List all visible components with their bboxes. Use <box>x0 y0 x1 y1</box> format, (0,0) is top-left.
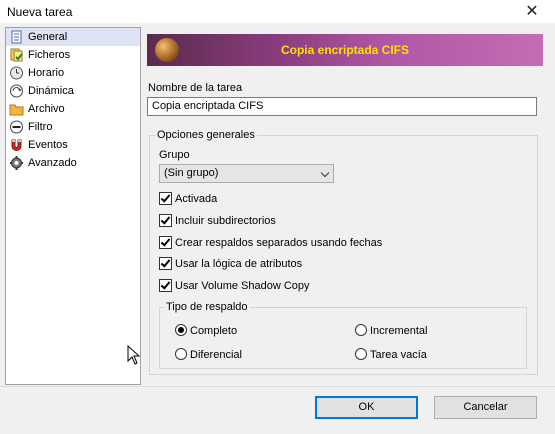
checkbox-volume-shadow-copy[interactable] <box>159 279 173 293</box>
sidebar-item-archivo[interactable]: Archivo <box>6 100 140 118</box>
group-label: Grupo <box>159 149 190 161</box>
radio-incremental[interactable] <box>355 324 367 336</box>
files-icon <box>10 48 23 62</box>
checkbox-label: Incluir subdirectorios <box>175 215 276 227</box>
sidebar-item-label: General <box>28 31 68 43</box>
checkbox-label: Activada <box>175 193 218 205</box>
sidebar-item-label: Archivo <box>28 103 65 115</box>
sidebar-item-label: Filtro <box>28 121 53 133</box>
backup-type-title: Tipo de respaldo <box>164 301 250 313</box>
sidebar-item-label: Avanzado <box>28 157 77 169</box>
title-bar: Nueva tarea ✕ <box>0 0 555 23</box>
general-options-title: Opciones generales <box>155 129 257 141</box>
magnet-icon <box>11 139 22 151</box>
checkbox-label: Usar Volume Shadow Copy <box>175 280 310 292</box>
cancel-button[interactable]: Cancelar <box>434 396 537 419</box>
sidebar-item-label: Horario <box>28 67 65 79</box>
sidebar-item-eventos[interactable]: Eventos <box>6 136 140 154</box>
radio-label: Diferencial <box>190 349 242 361</box>
sidebar-item-general[interactable]: General <box>6 28 140 46</box>
radio-diferencial[interactable] <box>175 348 187 360</box>
checkbox-logica-atributos[interactable] <box>159 257 173 271</box>
dynamic-icon <box>10 84 23 98</box>
group-select-value: (Sin grupo) <box>164 167 219 179</box>
radio-tarea-vacia[interactable] <box>355 348 367 360</box>
sidebar-item-filtro[interactable]: Filtro <box>6 118 140 136</box>
folder-icon <box>9 104 24 116</box>
group-select[interactable]: (Sin grupo) <box>159 164 334 183</box>
window-title: Nueva tarea <box>7 5 73 19</box>
sidebar-item-avanzado[interactable]: Avanzado <box>6 154 140 172</box>
close-icon[interactable]: ✕ <box>509 0 555 23</box>
document-icon <box>11 30 22 44</box>
sidebar-item-dinamica[interactable]: Dinámica <box>6 82 140 100</box>
sidebar: General Ficheros Horario Dinámica Archiv… <box>5 27 141 385</box>
gear-icon <box>10 156 23 170</box>
banner: Copia encriptada CIFS <box>147 34 543 66</box>
banner-title: Copia encriptada CIFS <box>280 43 410 57</box>
checkbox-activada[interactable] <box>159 192 173 206</box>
ok-button[interactable]: OK <box>315 396 418 419</box>
radio-label: Tarea vacía <box>370 349 427 361</box>
radio-label: Incremental <box>370 325 428 337</box>
task-name-input[interactable]: Copia encriptada CIFS <box>147 97 537 116</box>
checkbox-respaldos-fechas[interactable] <box>159 236 173 250</box>
mouse-cursor-icon <box>127 345 141 365</box>
sidebar-item-ficheros[interactable]: Ficheros <box>6 46 140 64</box>
clock-icon <box>10 66 23 80</box>
checkbox-incluir-subdirectorios[interactable] <box>159 214 173 228</box>
task-name-label: Nombre de la tarea <box>148 82 243 94</box>
sidebar-item-label: Eventos <box>28 139 68 151</box>
sidebar-item-horario[interactable]: Horario <box>6 64 140 82</box>
chevron-down-icon <box>320 168 330 178</box>
checkbox-label: Usar la lógica de atributos <box>175 258 303 270</box>
radio-completo[interactable] <box>175 324 187 336</box>
sidebar-item-label: Ficheros <box>28 49 71 61</box>
filter-icon <box>10 120 23 134</box>
checkbox-label: Crear respaldos separados usando fechas <box>175 237 383 249</box>
radio-label: Completo <box>190 325 238 337</box>
sidebar-item-label: Dinámica <box>28 85 74 97</box>
